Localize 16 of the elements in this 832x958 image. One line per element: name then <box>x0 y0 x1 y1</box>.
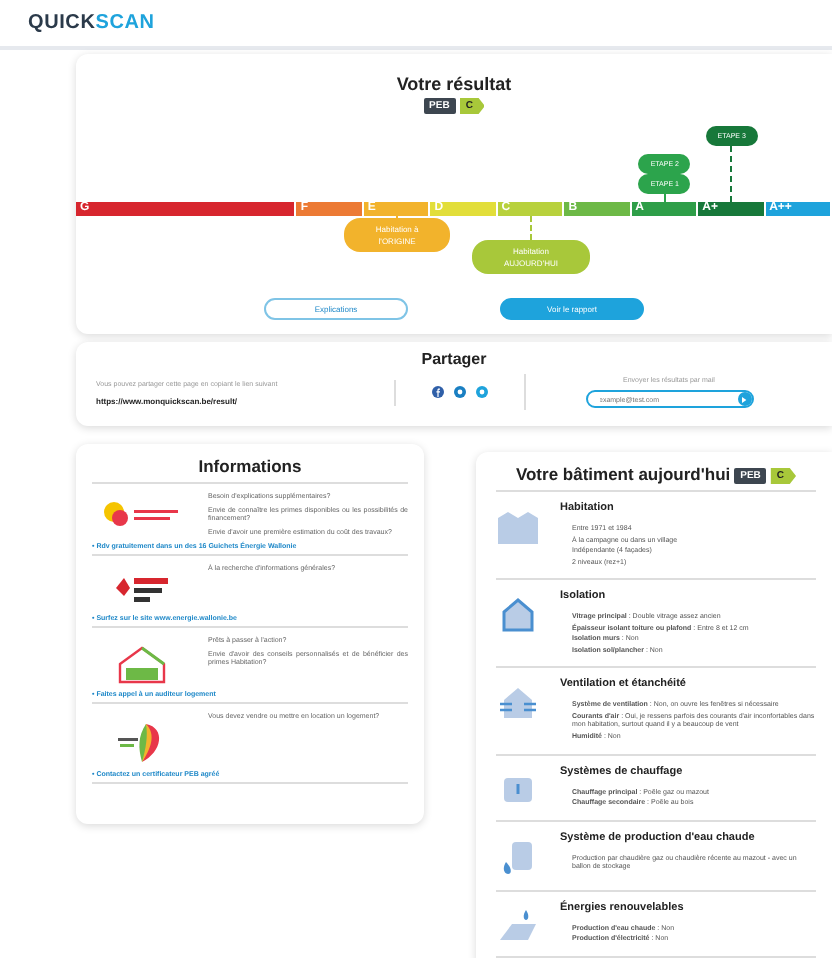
share-circle-icon[interactable] <box>454 386 466 398</box>
informations-title: Informations <box>92 456 408 484</box>
houses-icon <box>496 508 540 544</box>
solar-panel-icon <box>496 907 540 944</box>
share-circle-icon[interactable] <box>476 386 488 398</box>
share-title: Partager <box>419 350 489 368</box>
building-title: Votre bâtiment aujourd'hui <box>515 464 731 484</box>
house-logo-icon <box>116 644 168 684</box>
facebook-icon[interactable] <box>432 386 444 398</box>
rooster-logo-icon <box>112 572 172 608</box>
sun-logo-icon <box>102 500 182 528</box>
house-icon <box>500 596 536 633</box>
water-heater-icon <box>498 837 538 878</box>
ventilation-icon <box>498 684 538 721</box>
quickscan-logo: QUICKSCAN <box>28 12 155 34</box>
result-title: Votre résultat <box>396 74 512 94</box>
